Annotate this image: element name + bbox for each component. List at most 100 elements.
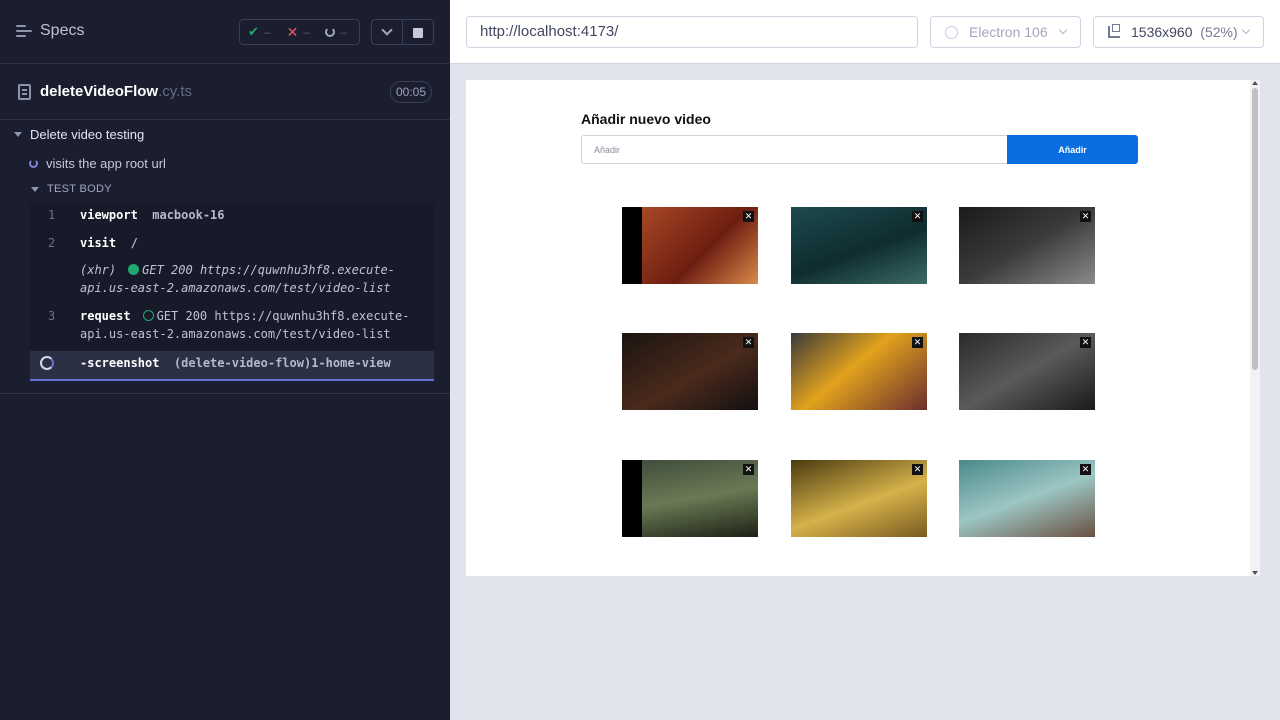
x-icon: ✕ (286, 23, 299, 40)
request-url-line1: https://quwnhu3hf8.execute- (214, 309, 410, 323)
caret-down-icon (14, 132, 22, 137)
scroll-up-icon (1252, 81, 1258, 85)
command-number: 3 (48, 309, 56, 323)
video-image (791, 460, 927, 537)
request-status: GET 200 (156, 309, 208, 323)
chevron-down-icon (1241, 25, 1251, 35)
delete-video-close-icon[interactable]: ✕ (912, 211, 923, 222)
preview-area: http://localhost:4173/ Electron 106 1536… (450, 0, 1280, 720)
chevron-down-icon (381, 24, 393, 36)
xhr-url-line1: https://quwnhu3hf8.execute- (199, 263, 396, 277)
test-title[interactable]: visits the app root url (29, 156, 166, 171)
request-row[interactable]: 3 request GET 200 https://quwnhu3hf8.exec… (30, 309, 434, 349)
video-image (959, 207, 1095, 284)
specs-label: Specs (40, 22, 85, 39)
command-message: (delete-video-flow)1-home-view (173, 356, 391, 370)
screenshot-row[interactable]: -screenshot (delete-video-flow)1-home-vi… (30, 351, 434, 381)
suite-title[interactable]: Delete video testing (14, 127, 144, 142)
command-number: 1 (48, 208, 56, 222)
delete-video-close-icon[interactable]: ✕ (743, 464, 754, 475)
video-thumbnail[interactable]: ✕ (959, 333, 1095, 410)
command-number: 2 (48, 236, 56, 250)
video-thumbnail[interactable]: ✕ (622, 207, 758, 284)
spec-header: deleteVideoFlow.cy.ts 00:05 (0, 64, 450, 120)
xhr-label: (xhr) (80, 263, 117, 277)
delete-video-close-icon[interactable]: ✕ (912, 464, 923, 475)
passed-stat: ✔ – (248, 24, 282, 40)
video-image (791, 333, 927, 410)
pending-dot-icon (142, 310, 154, 321)
delete-video-close-icon[interactable]: ✕ (1080, 337, 1091, 348)
delete-video-close-icon[interactable]: ✕ (912, 337, 923, 348)
request-url-line2: api.us-east-2.amazonaws.com/test/video-l… (80, 327, 391, 341)
video-thumbnail[interactable]: ✕ (622, 460, 758, 537)
test-body-toggle[interactable]: TEST BODY (31, 183, 112, 195)
file-icon (18, 84, 31, 100)
delete-video-close-icon[interactable]: ✕ (1080, 464, 1091, 475)
browser-selector[interactable]: Electron 106 (930, 16, 1081, 48)
command-name: -screenshot (80, 356, 160, 370)
test-stats: ✔ – ✕ – – (239, 19, 360, 45)
xhr-row[interactable]: (xhr) GET 200 https://quwnhu3hf8.execute-… (30, 263, 434, 303)
xhr-status: GET 200 (142, 263, 193, 277)
video-thumbnail[interactable]: ✕ (959, 460, 1095, 537)
running-icon (29, 159, 38, 168)
reporter-header: Specs ✔ – ✕ – – (0, 0, 450, 64)
browser-label: Electron 106 (969, 24, 1048, 40)
command-message: macbook-16 (152, 208, 225, 222)
video-image (959, 333, 1095, 410)
failed-stat: ✕ – (287, 24, 321, 41)
video-thumbnail[interactable]: ✕ (622, 333, 758, 410)
scrollbar[interactable] (1250, 80, 1260, 576)
command-row[interactable]: 1 viewport macbook-16 (30, 208, 434, 232)
preview-toolbar: http://localhost:4173/ Electron 106 1536… (450, 0, 1280, 64)
viewport-selector[interactable]: 1536x960 (52%) (1093, 16, 1264, 48)
video-thumbnail[interactable]: ✕ (791, 333, 927, 410)
expand-button[interactable] (371, 19, 403, 45)
command-name: viewport (80, 208, 138, 222)
add-video-button[interactable]: Añadir (1007, 135, 1138, 164)
electron-icon (945, 26, 958, 39)
video-thumbnail[interactable]: ✕ (791, 460, 927, 537)
spec-file-name[interactable]: deleteVideoFlow.cy.ts (40, 83, 192, 100)
pending-icon (325, 27, 336, 37)
chevron-down-icon (1058, 25, 1068, 35)
video-image (622, 207, 758, 284)
command-name: visit (80, 236, 117, 250)
spinner-icon (40, 356, 54, 370)
delete-video-close-icon[interactable]: ✕ (1080, 211, 1091, 222)
delete-video-close-icon[interactable]: ✕ (743, 211, 754, 222)
zoom-level: (52%) (1200, 24, 1238, 40)
video-image (959, 460, 1095, 537)
success-dot-icon (128, 264, 140, 275)
scrollbar-thumb[interactable] (1252, 88, 1258, 370)
ruler-icon (1108, 24, 1120, 38)
reporter-panel: Specs ✔ – ✕ – – deleteVideoFlow.cy.ts 00… (0, 0, 450, 720)
letterbox (622, 460, 642, 537)
pending-count: – (340, 25, 348, 39)
command-name: request (80, 309, 131, 323)
command-message: / (130, 236, 138, 250)
url-bar[interactable]: http://localhost:4173/ (466, 16, 918, 48)
spec-duration: 00:05 (390, 81, 432, 103)
divider (0, 393, 450, 394)
check-icon: ✔ (248, 24, 259, 39)
pending-stat: – (325, 25, 359, 39)
command-row[interactable]: 2 visit / (30, 236, 434, 260)
video-thumbnail[interactable]: ✕ (791, 207, 927, 284)
delete-video-close-icon[interactable]: ✕ (743, 337, 754, 348)
scroll-down-icon (1252, 571, 1258, 575)
video-url-input[interactable] (581, 135, 1007, 164)
specs-menu-icon (16, 24, 32, 38)
video-image (791, 207, 927, 284)
viewport-size: 1536x960 (1131, 24, 1193, 40)
letterbox (622, 207, 642, 284)
video-thumbnail[interactable]: ✕ (959, 207, 1095, 284)
app-iframe: Añadir nuevo video Añadir ✕ ✕ ✕ ✕ ✕ ✕ ✕ ✕ ✕ (466, 80, 1260, 576)
video-image (622, 460, 758, 537)
passed-count: – (263, 25, 271, 39)
caret-down-icon (31, 186, 39, 192)
specs-toggle[interactable]: Specs (16, 22, 84, 40)
stop-button[interactable] (402, 19, 434, 45)
video-image (622, 333, 758, 410)
